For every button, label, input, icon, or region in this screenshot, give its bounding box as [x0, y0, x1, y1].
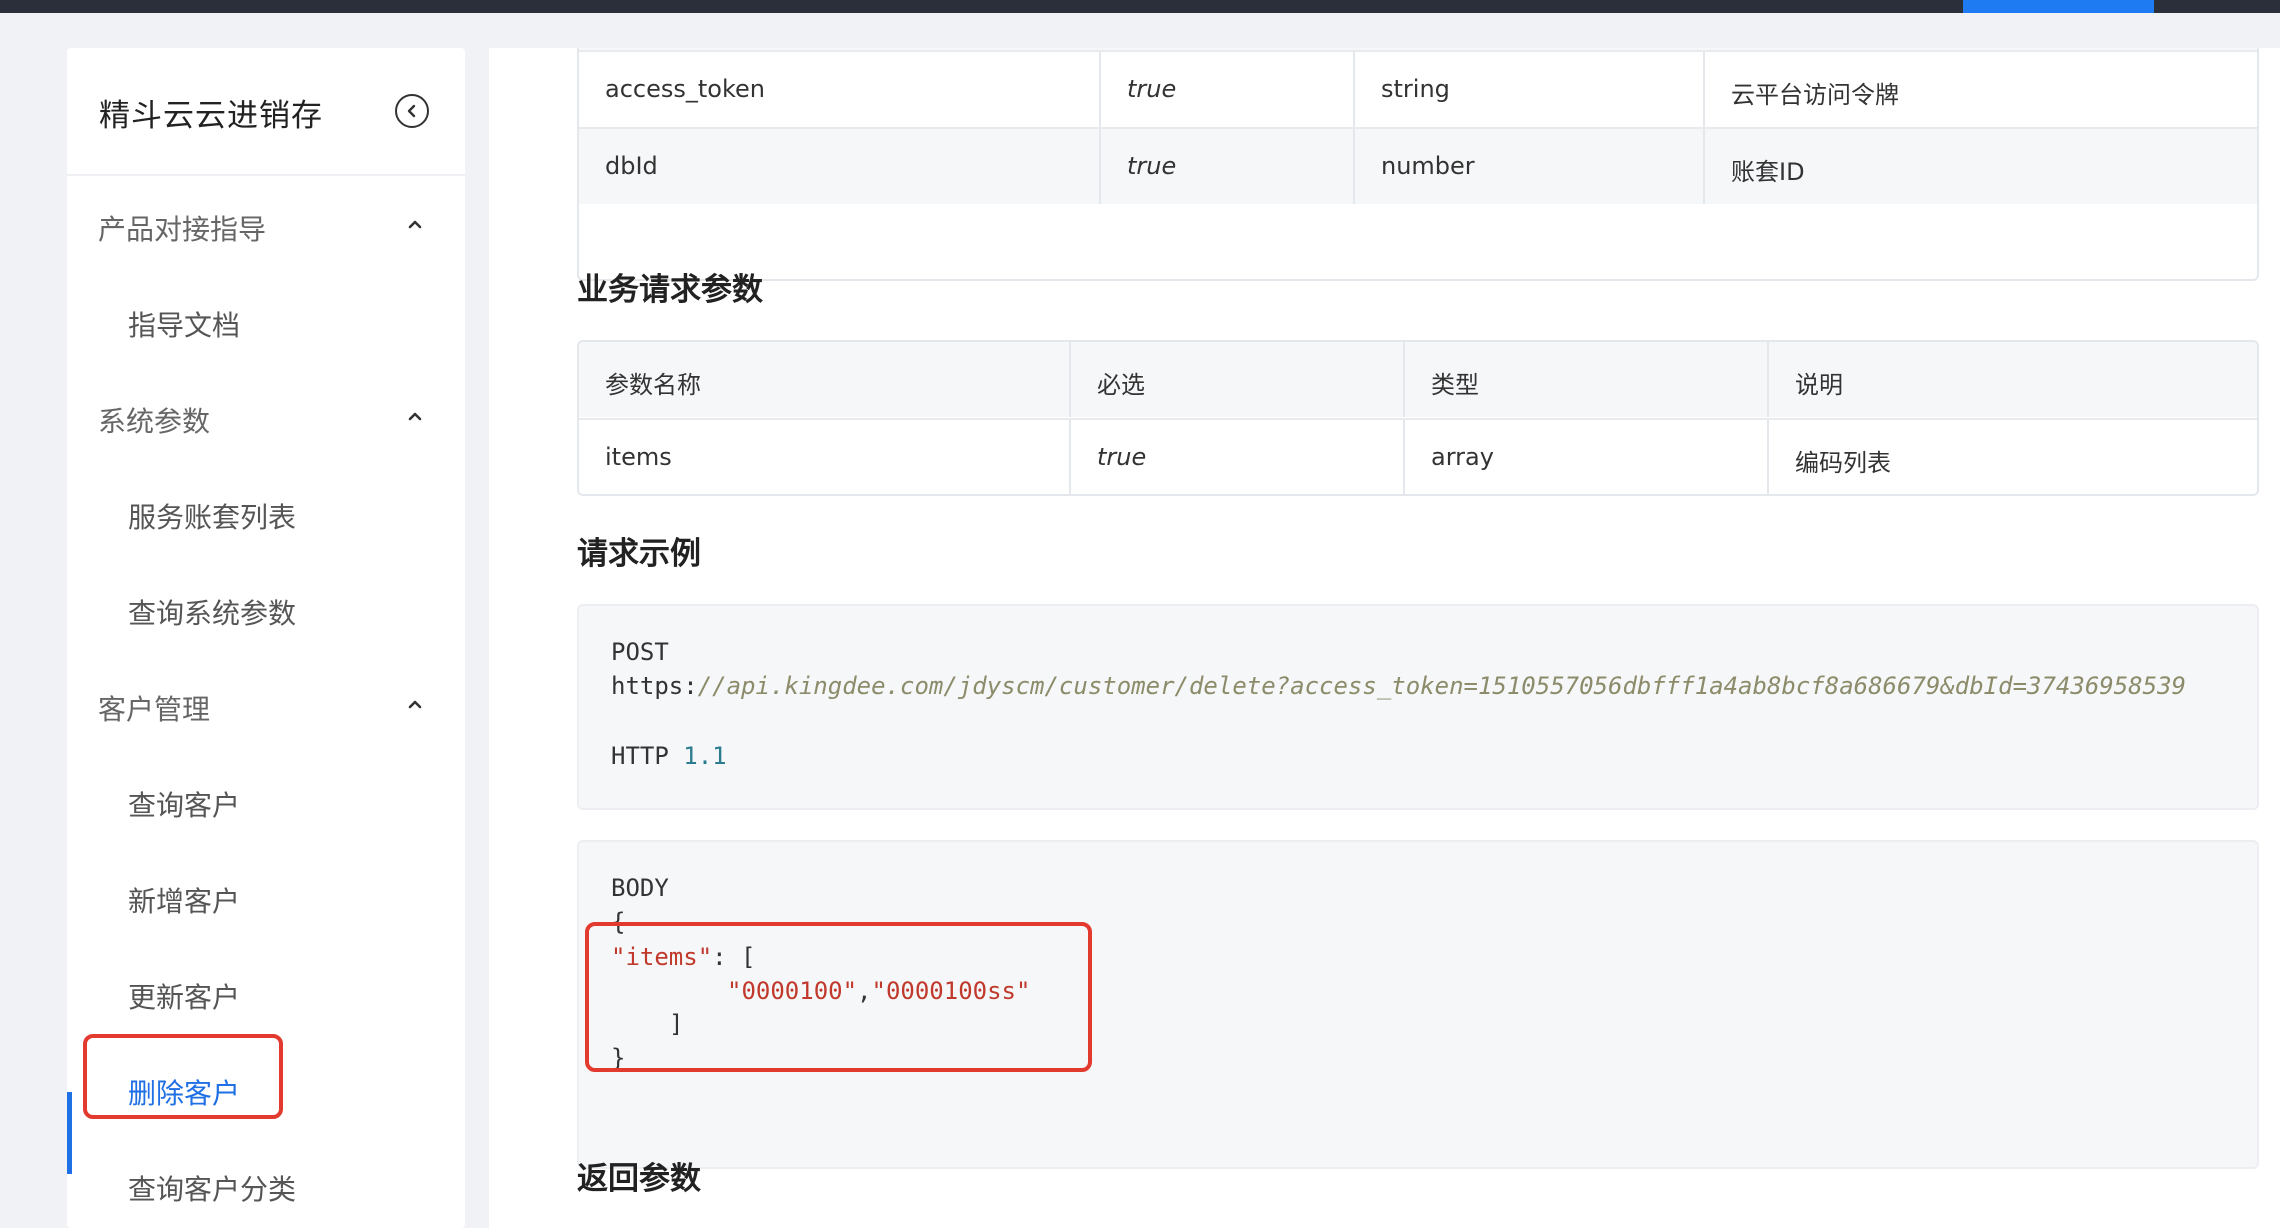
- sidebar-group-system-params[interactable]: 系统参数: [67, 368, 465, 464]
- param-name: items: [605, 443, 672, 471]
- param-name: access_token: [605, 75, 765, 103]
- sidebar-header: 精斗云云进销存: [67, 48, 465, 176]
- section-title-return-params: 返回参数: [577, 1161, 701, 1197]
- highlight-box-sidebar: [83, 1034, 283, 1119]
- chevron-up-icon: [408, 220, 422, 229]
- table-row: items true array 编码列表: [579, 418, 2257, 494]
- sidebar-item-label: 查询系统参数: [128, 597, 297, 630]
- table-header-cell: 类型: [1403, 342, 1769, 417]
- table-cell: true: [1099, 129, 1355, 204]
- param-desc: 账套ID: [1731, 158, 1805, 186]
- table-cell: items: [579, 420, 1069, 494]
- section-title-request-example: 请求示例: [577, 536, 701, 572]
- section-title-business-params: 业务请求参数: [577, 272, 763, 308]
- sidebar-item-add-customer[interactable]: 新增客户: [67, 848, 465, 944]
- sidebar-item-query-customer[interactable]: 查询客户: [67, 752, 465, 848]
- sidebar-item-update-customer[interactable]: 更新客户: [67, 944, 465, 1040]
- param-type: number: [1381, 152, 1475, 180]
- table-cell: array: [1403, 420, 1769, 494]
- sidebar-item-label: 查询客户: [128, 789, 241, 822]
- header-label: 必选: [1097, 371, 1145, 399]
- sidebar-group-label: 系统参数: [98, 405, 211, 438]
- param-type: array: [1431, 443, 1494, 471]
- code-url-line: https://api.kingdee.com/jdyscm/customer/…: [611, 672, 2186, 700]
- param-required: true: [1127, 152, 1177, 180]
- sidebar-group-product-guide[interactable]: 产品对接指导: [67, 176, 465, 272]
- header-label: 参数名称: [605, 371, 701, 399]
- table-cell: access_token: [579, 52, 1099, 127]
- sidebar-item-label: 服务账套列表: [128, 501, 297, 534]
- table-header-cell: 参数名称: [579, 342, 1069, 417]
- sidebar-item-label: 指导文档: [128, 309, 241, 342]
- param-name: dbId: [605, 152, 658, 180]
- code-url-path: //api.kingdee.com/jdyscm/customer/delete…: [697, 672, 2186, 700]
- sidebar-group-customer-management[interactable]: 客户管理: [67, 656, 465, 752]
- table-cell: string: [1353, 52, 1705, 127]
- code-method: POST: [611, 638, 669, 666]
- code-url-scheme: https:: [611, 672, 698, 700]
- table-header-cell: 说明: [1767, 342, 2257, 417]
- table-row: access_token true string 云平台访问令牌: [579, 50, 2257, 127]
- code-http-line: HTTP 1.1: [611, 742, 727, 770]
- sidebar-group-label: 产品对接指导: [98, 213, 267, 246]
- code-http-label: HTTP: [611, 742, 669, 770]
- top-nav-active-tab[interactable]: [1963, 0, 2154, 13]
- request-example-code-block: POST https://api.kingdee.com/jdyscm/cust…: [577, 604, 2259, 810]
- chevron-left-icon: [407, 104, 416, 118]
- param-desc: 云平台访问令牌: [1731, 81, 1899, 109]
- main-content: access_token true string 云平台访问令牌 dbId tr…: [489, 48, 2280, 1228]
- table-header-cell: 必选: [1069, 342, 1405, 417]
- table-cell: dbId: [579, 129, 1099, 204]
- collapse-sidebar-button[interactable]: [395, 94, 429, 128]
- param-required: true: [1097, 443, 1147, 471]
- highlight-box-body: [585, 922, 1092, 1072]
- sidebar-group-label: 客户管理: [98, 693, 211, 726]
- table-cell: 账套ID: [1703, 129, 2257, 204]
- param-desc: 编码列表: [1795, 449, 1891, 477]
- header-label: 类型: [1431, 371, 1479, 399]
- sidebar-item-label: 新增客户: [128, 885, 241, 918]
- param-type: string: [1381, 75, 1450, 103]
- table-cell: true: [1069, 420, 1405, 494]
- sidebar-item-query-customer-category[interactable]: 查询客户分类: [67, 1136, 465, 1228]
- chevron-up-icon: [408, 700, 422, 709]
- chevron-up-icon: [408, 412, 422, 421]
- sidebar-item-label: 更新客户: [128, 981, 241, 1014]
- table-cell: true: [1099, 52, 1355, 127]
- common-params-table: access_token true string 云平台访问令牌 dbId tr…: [577, 48, 2259, 281]
- code-http-version: 1.1: [683, 742, 727, 770]
- table-cell: 云平台访问令牌: [1703, 52, 2257, 127]
- sidebar-item-guide-docs[interactable]: 指导文档: [67, 272, 465, 368]
- table-row: dbId true number 账套ID: [579, 127, 2257, 204]
- param-required: true: [1127, 75, 1177, 103]
- table-header-row: 参数名称 必选 类型 说明: [579, 342, 2257, 417]
- top-nav-bar: [0, 0, 2280, 13]
- table-cell: number: [1353, 129, 1705, 204]
- business-params-table: 参数名称 必选 类型 说明 items true array 编码列表: [577, 340, 2259, 496]
- header-label: 说明: [1795, 371, 1843, 399]
- sidebar-title: 精斗云云进销存: [99, 98, 323, 134]
- code-body-label: BODY: [611, 874, 669, 902]
- sidebar-item-label: 查询客户分类: [128, 1173, 297, 1206]
- sidebar-item-service-accounts[interactable]: 服务账套列表: [67, 464, 465, 560]
- sidebar-item-query-system-params[interactable]: 查询系统参数: [67, 560, 465, 656]
- table-cell: 编码列表: [1767, 420, 2257, 494]
